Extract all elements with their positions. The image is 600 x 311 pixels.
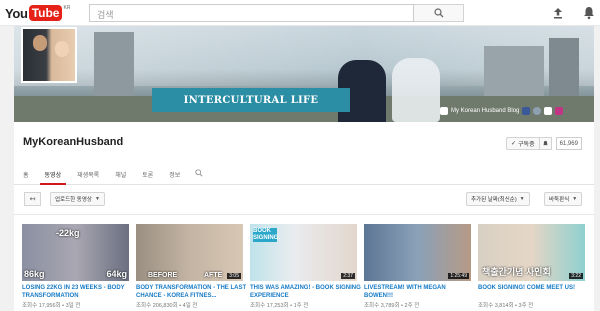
subscribe-group: ✓ 구독중 61,969 (506, 137, 582, 150)
video-meta: 조회수 17,956회 • 3일 전 (22, 303, 81, 309)
video-duration: 1:25:49 (448, 273, 469, 279)
thumb-overlay-text: AFTE (204, 272, 223, 279)
back-button[interactable]: ↤ (24, 192, 41, 206)
avatar-face (55, 41, 69, 57)
thumb-overlay-text: 책출간기념 사인회 (482, 267, 551, 277)
masthead: You Tube KR 검색 (0, 0, 600, 26)
channel-name: MyKoreanHusband (23, 136, 124, 148)
tab-about[interactable]: 정보 (164, 165, 185, 185)
channel-search-icon[interactable] (191, 165, 207, 185)
uploads-label: 업로드한 동영상 (55, 197, 92, 203)
video-title[interactable]: BODY TRANSFORMATION - THE LAST CHANCE - … (136, 284, 247, 300)
logo-you: You (5, 5, 28, 21)
link-icon[interactable] (544, 107, 553, 115)
banner-silo (94, 32, 134, 102)
search-input[interactable]: 검색 (89, 4, 414, 22)
thumb-overlay-text: 64kg (106, 269, 127, 279)
tab-playlists[interactable]: 재생목록 (72, 165, 104, 185)
divider (14, 214, 594, 215)
avatar[interactable] (21, 27, 77, 83)
videos-content: ↤ 업로드한 동영상 ▼ 추가된 날짜(최신순) ▼ 바둑판식 ▼ -22kg … (14, 185, 594, 311)
video-duration: 3:22 (569, 273, 583, 279)
video-meta: 조회수 3,814회 • 3주 전 (478, 303, 534, 309)
subscriber-count: 61,969 (555, 137, 582, 150)
logo-region: KR (63, 5, 71, 11)
thumb-overlay-text: BEFORE (148, 272, 178, 279)
caret-down-icon: ▼ (519, 196, 525, 202)
video-duration: 3:05 (227, 273, 241, 279)
thumb-overlay-text: BOOK SIGNING (253, 228, 279, 242)
video-card[interactable]: BOOK SIGNING 2:37 THIS WAS AMAZING! - BO… (250, 224, 361, 309)
video-title[interactable]: LIVESTREAM! WITH MEGAN BOWEN!!! (364, 284, 475, 300)
caret-down-icon: ▼ (94, 196, 100, 202)
video-meta: 조회수 206,830회 • 4일 전 (136, 303, 198, 309)
banner-silo (549, 38, 579, 102)
subscribe-label: 구독중 (518, 142, 535, 148)
logo-tube: Tube (28, 5, 63, 21)
videos-toolbar: ↤ 업로드한 동영상 ▼ 추가된 날짜(최신순) ▼ 바둑판식 ▼ (14, 192, 594, 206)
channel-header: MyKoreanHusband ✓ 구독중 61,969 홈 동영상 재생목록 … (14, 122, 594, 185)
caret-down-icon: ▼ (572, 196, 578, 202)
thumb-overlay-text: 86kg (24, 269, 45, 279)
video-thumbnail[interactable]: -22kg 86kg 64kg (22, 224, 129, 281)
uploads-dropdown[interactable]: 업로드한 동영상 ▼ (50, 192, 105, 206)
globe-icon[interactable] (533, 107, 542, 115)
banner-title: INTERCULTURAL LIFE (152, 88, 350, 112)
video-title[interactable]: THIS WAS AMAZING! - BOOK SIGNING EXPERIE… (250, 284, 361, 300)
banner-silo (484, 46, 544, 102)
upload-icon[interactable] (551, 6, 565, 20)
sort-label: 추가된 날짜(최신순) (471, 197, 517, 203)
instagram-icon[interactable] (555, 107, 564, 115)
video-thumbnail[interactable]: BEFORE AFTE 3:05 (136, 224, 243, 281)
channel-tabs: 홈 동영상 재생목록 채널 토론 정보 (18, 165, 207, 185)
avatar-face (33, 35, 47, 51)
banner-bride (392, 58, 440, 122)
thumb-overlay-text: -22kg (56, 228, 80, 238)
video-title[interactable]: BOOK SIGNING! COME MEET US! (478, 284, 589, 300)
tab-discussion[interactable]: 토론 (137, 165, 158, 185)
tab-videos[interactable]: 동영상 (39, 165, 67, 185)
video-grid: -22kg 86kg 64kg LOSING 22KG IN 23 WEEKS … (22, 224, 592, 309)
facebook-icon[interactable] (522, 107, 531, 115)
search-icon (433, 8, 443, 18)
banner-links: My Korean Husband Blog (440, 105, 564, 117)
video-thumbnail[interactable]: 1:25:49 (364, 224, 471, 281)
view-label: 바둑판식 (549, 197, 570, 203)
video-card[interactable]: BEFORE AFTE 3:05 BODY TRANSFORMATION - T… (136, 224, 247, 309)
check-icon: ✓ (511, 141, 517, 147)
video-card[interactable]: 1:25:49 LIVESTREAM! WITH MEGAN BOWEN!!! … (364, 224, 475, 309)
blog-icon[interactable] (440, 107, 448, 115)
subscribe-button[interactable]: ✓ 구독중 (506, 137, 540, 150)
video-card[interactable]: 책출간기념 사인회 3:22 BOOK SIGNING! COME MEET U… (478, 224, 589, 309)
bell-icon[interactable] (582, 5, 596, 20)
tab-channels[interactable]: 채널 (110, 165, 131, 185)
video-title[interactable]: LOSING 22KG IN 23 WEEKS - BODY TRANSFORM… (22, 284, 133, 300)
tab-home[interactable]: 홈 (18, 165, 34, 185)
search-button[interactable] (414, 4, 464, 22)
video-thumbnail[interactable]: 책출간기념 사인회 3:22 (478, 224, 585, 281)
video-card[interactable]: -22kg 86kg 64kg LOSING 22KG IN 23 WEEKS … (22, 224, 133, 309)
notification-button[interactable] (539, 137, 552, 150)
view-dropdown[interactable]: 바둑판식 ▼ (544, 192, 583, 206)
video-duration: 2:37 (341, 273, 355, 279)
sort-dropdown[interactable]: 추가된 날짜(최신순) ▼ (466, 192, 530, 206)
bell-icon (542, 140, 548, 146)
video-meta: 조회수 3,789회 • 2주 전 (364, 303, 420, 309)
youtube-logo[interactable]: You Tube KR (5, 4, 70, 22)
blog-link[interactable]: My Korean Husband Blog (451, 108, 519, 114)
video-meta: 조회수 17,253회 • 1주 전 (250, 303, 309, 309)
video-thumbnail[interactable]: BOOK SIGNING 2:37 (250, 224, 357, 281)
